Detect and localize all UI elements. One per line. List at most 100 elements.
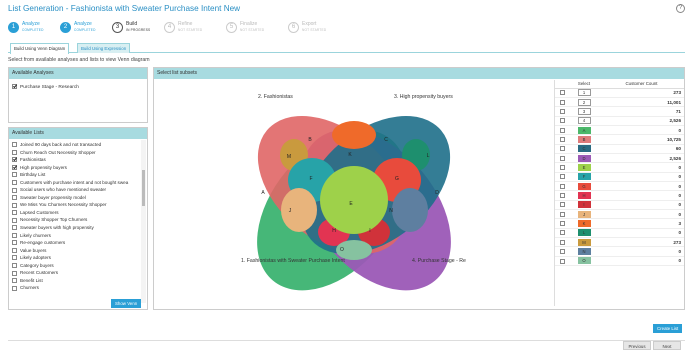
previous-button[interactable]: Previous xyxy=(623,341,651,350)
checkbox[interactable] xyxy=(559,99,565,105)
checkbox[interactable] xyxy=(12,164,17,170)
checkbox[interactable] xyxy=(559,202,565,208)
region-j[interactable] xyxy=(281,188,317,232)
checkbox[interactable] xyxy=(12,247,17,253)
table-row[interactable]: 2 11,001 xyxy=(555,97,684,108)
checkbox[interactable] xyxy=(12,142,17,148)
list-item[interactable]: Sweater buyer propensity model xyxy=(12,194,144,202)
region-k[interactable] xyxy=(332,121,376,149)
list-item[interactable]: Joined 90 days back and not transacted xyxy=(12,141,144,149)
checkbox[interactable] xyxy=(12,255,17,261)
region-n[interactable] xyxy=(392,188,428,232)
analysis-item[interactable]: Purchase Stage - Research xyxy=(12,84,144,91)
list-item[interactable]: Social users who have mentioned sweater xyxy=(12,186,144,194)
checkbox[interactable] xyxy=(12,285,17,291)
table-row[interactable]: B 10,725 xyxy=(555,134,684,145)
create-list-button[interactable]: Create List xyxy=(653,324,683,333)
list-item[interactable]: Churn Reach Out Necessity Shopper xyxy=(12,149,144,157)
region-letter-f: F xyxy=(309,176,312,182)
tab-venn-diagram[interactable]: Build Using Venn Diagram xyxy=(10,43,70,54)
checkbox[interactable] xyxy=(559,174,565,180)
checkbox[interactable] xyxy=(12,240,17,246)
table-row[interactable]: C 60 xyxy=(555,144,684,154)
checkbox[interactable] xyxy=(559,249,565,255)
list-item[interactable]: Benefit List xyxy=(12,277,144,285)
table-row[interactable]: 1 273 xyxy=(555,88,684,98)
checkbox[interactable] xyxy=(559,239,565,245)
checkbox[interactable] xyxy=(12,149,17,155)
list-item[interactable]: Birthday List xyxy=(12,171,144,179)
checkbox[interactable] xyxy=(559,90,565,96)
checkbox[interactable] xyxy=(12,202,17,208)
table-row[interactable]: E0 xyxy=(555,162,684,173)
checkbox[interactable] xyxy=(559,211,565,217)
show-venn-button[interactable]: Show Venn xyxy=(111,299,142,308)
list-item[interactable]: Re-engage customers xyxy=(12,239,144,247)
checkbox[interactable] xyxy=(559,127,565,133)
table-row[interactable]: 3 71 xyxy=(555,106,684,117)
tab-expression[interactable]: Build Using Expression xyxy=(77,43,131,53)
scrollbar-thumb[interactable] xyxy=(142,170,145,206)
checkbox[interactable] xyxy=(12,278,17,284)
checkbox[interactable] xyxy=(12,172,17,178)
checkbox[interactable] xyxy=(559,258,565,264)
list-item[interactable]: Fashionistas xyxy=(12,156,144,164)
table-row[interactable]: H0 xyxy=(555,190,684,201)
checkbox[interactable] xyxy=(559,146,565,152)
table-row[interactable]: M 273 xyxy=(555,237,684,248)
list-item[interactable]: Customers with purchase intent and not b… xyxy=(12,179,144,187)
checkbox[interactable] xyxy=(12,232,17,238)
table-row[interactable]: N0 xyxy=(555,246,684,257)
table-row[interactable]: L0 xyxy=(555,228,684,239)
region-e[interactable] xyxy=(320,166,388,234)
list-item[interactable]: Value buyers xyxy=(12,247,144,255)
checkbox[interactable] xyxy=(559,193,565,199)
table-row[interactable]: K3 xyxy=(555,218,684,229)
lists-scroll-area[interactable]: Joined 90 days back and not transacted Ch… xyxy=(9,139,147,291)
checkbox[interactable] xyxy=(559,221,565,227)
table-row[interactable]: A0 xyxy=(555,125,684,136)
checkbox[interactable] xyxy=(559,230,565,236)
checkbox[interactable] xyxy=(12,225,17,231)
col-select: Select xyxy=(569,80,599,89)
checkbox[interactable] xyxy=(12,217,17,223)
checkbox[interactable] xyxy=(12,157,17,163)
next-button[interactable]: Next xyxy=(653,341,681,350)
table-row[interactable]: F0 xyxy=(555,172,684,182)
region-letter-o: O xyxy=(340,247,344,253)
checkbox[interactable] xyxy=(12,210,17,216)
list-item[interactable]: Likely churners xyxy=(12,232,144,240)
checkbox[interactable] xyxy=(12,263,17,269)
lists-scrollbar[interactable] xyxy=(141,140,146,303)
checkbox[interactable] xyxy=(12,187,17,193)
list-item[interactable]: Sweater buyers with high propensity xyxy=(12,224,144,232)
checkbox[interactable] xyxy=(559,109,565,114)
checkbox[interactable] xyxy=(559,165,565,171)
table-row[interactable]: J0 xyxy=(555,209,684,220)
table-row[interactable]: D 2,526 xyxy=(555,153,684,164)
list-item[interactable]: We Miss You Churners Necessity Shopper xyxy=(12,201,144,209)
list-item[interactable]: Lapsed Customers xyxy=(12,209,144,217)
checkbox[interactable] xyxy=(12,195,17,201)
list-item[interactable]: Recent Customers xyxy=(12,269,144,277)
checkbox[interactable] xyxy=(559,118,565,124)
table-row[interactable]: G0 xyxy=(555,181,684,192)
help-icon[interactable]: ? xyxy=(676,4,685,13)
table-row[interactable]: 4 2,526 xyxy=(555,116,684,126)
step-3-number: 3 xyxy=(112,22,123,33)
customer-count: 60 xyxy=(599,144,684,154)
checkbox[interactable] xyxy=(559,137,565,143)
checkbox[interactable] xyxy=(12,180,17,186)
table-row[interactable]: O0 xyxy=(555,256,684,267)
table-row[interactable]: I0 xyxy=(555,200,684,210)
checkbox[interactable] xyxy=(559,155,565,161)
list-item[interactable]: Churners xyxy=(12,284,144,291)
list-item[interactable]: Likely adopters xyxy=(12,254,144,262)
checkbox[interactable] xyxy=(559,183,565,189)
checkbox[interactable] xyxy=(12,84,17,90)
venn-diagram[interactable]: A B C D E F G H I J K L M N O 2. Fashion… xyxy=(154,80,544,310)
list-item[interactable]: Necessity Shopper Top Churners xyxy=(12,216,144,224)
checkbox[interactable] xyxy=(12,270,17,276)
list-item[interactable]: High propensity buyers xyxy=(12,164,144,172)
list-item[interactable]: Category buyers xyxy=(12,262,144,270)
